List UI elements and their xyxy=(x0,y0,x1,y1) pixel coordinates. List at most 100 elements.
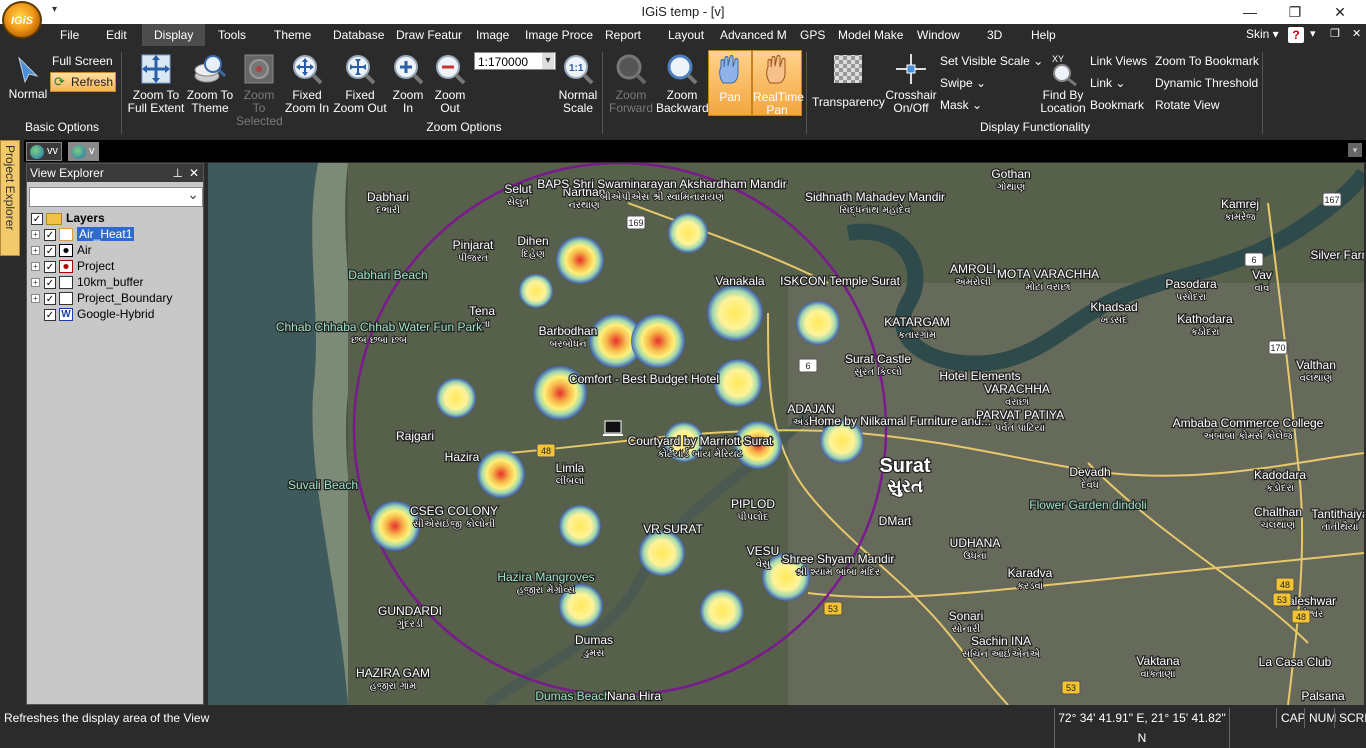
layer-row[interactable]: + ✓ Air xyxy=(31,242,92,258)
zoom-backward-button[interactable]: Zoom Backward xyxy=(656,52,709,115)
close-button[interactable]: ✕ xyxy=(1328,2,1352,22)
zoom-forward-button[interactable]: Zoom Forward xyxy=(606,52,656,115)
layers-root-label: Layers xyxy=(66,211,105,225)
menu-window[interactable]: Window xyxy=(909,24,968,46)
view-selector-combo[interactable] xyxy=(29,186,203,207)
pin-icon[interactable]: ⊥ xyxy=(173,164,183,182)
menu-tools[interactable]: Tools xyxy=(210,24,254,46)
menu-layout[interactable]: Layout xyxy=(660,24,712,46)
zoom-to-bookmark-button[interactable]: Zoom To Bookmark xyxy=(1155,54,1259,68)
menu-draw-feature[interactable]: Draw Featur xyxy=(388,24,470,46)
map-canvas[interactable]: DabhariદભારીSelutસેલુતNarthanનરથાણBAPS S… xyxy=(208,163,1364,705)
expand-toggle-icon[interactable]: + xyxy=(31,230,40,240)
crosshair-button[interactable]: Crosshair On/Off xyxy=(884,52,938,115)
help-icon[interactable]: ? xyxy=(1288,27,1304,43)
map-view[interactable]: Dabhari દભારી Selut સેલુત Narthan નરથાણ BAPS S… xyxy=(208,163,1364,705)
swipe-button[interactable]: Swipe ⌄ xyxy=(940,76,986,90)
menu-gps[interactable]: GPS xyxy=(792,24,833,46)
minimize-button[interactable]: — xyxy=(1238,2,1262,22)
project-explorer-tab[interactable]: Project Explorer xyxy=(0,140,20,256)
menu-database[interactable]: Database xyxy=(325,24,392,46)
refresh-button[interactable]: ⟳ Refresh xyxy=(50,72,116,92)
menu-help[interactable]: Help xyxy=(1023,24,1064,46)
road-number: 169 xyxy=(628,218,643,228)
place-label: Karadva xyxy=(1008,566,1053,580)
layer-visibility-checkbox[interactable]: ✓ xyxy=(44,292,56,305)
menu-edit[interactable]: Edit xyxy=(98,24,135,46)
menu-theme[interactable]: Theme xyxy=(266,24,319,46)
checkbox[interactable]: ✓ xyxy=(31,212,43,225)
set-visible-scale-button[interactable]: Set Visible Scale ⌄ xyxy=(940,54,1043,68)
child-restore-icon[interactable]: ❐ xyxy=(1330,27,1340,40)
menu-file[interactable]: File xyxy=(52,24,87,46)
pan-button[interactable]: Pan xyxy=(708,50,752,116)
layer-visibility-checkbox[interactable]: ✓ xyxy=(44,228,56,241)
expand-toggle-icon[interactable]: + xyxy=(31,246,40,256)
realtime-pan-button[interactable]: RealTime Pan xyxy=(752,50,804,117)
transparency-button[interactable]: Transparency xyxy=(812,52,885,109)
zoom-to-selected-button[interactable]: Zoom To Selected xyxy=(236,52,283,128)
find-by-location-button[interactable]: XY Find By Location xyxy=(1040,52,1086,115)
layer-row[interactable]: + ✓ Air_Heat1 xyxy=(31,226,135,242)
tab-v[interactable]: v xyxy=(68,142,99,161)
place-label: Shree Shyam Mandir xyxy=(782,552,895,566)
menu-image-processing[interactable]: Image Proce xyxy=(517,24,601,46)
layer-row[interactable]: ✓ W Google-Hybrid xyxy=(31,306,154,322)
fixed-zoom-out-button[interactable]: Fixed Zoom Out xyxy=(332,52,388,115)
expand-toggle-icon[interactable]: + xyxy=(31,278,40,288)
layer-visibility-checkbox[interactable]: ✓ xyxy=(44,260,56,273)
layer-row[interactable]: + ✓ 10km_buffer xyxy=(31,274,144,290)
child-close-icon[interactable]: ✕ xyxy=(1352,27,1361,40)
expand-toggle-icon[interactable]: + xyxy=(31,262,40,272)
menu-display[interactable]: Display xyxy=(142,24,206,46)
place-label: Vanakala xyxy=(715,274,764,288)
tab-list-icon[interactable]: ▾ xyxy=(1348,143,1362,157)
layer-row[interactable]: + ✓ Project_Boundary xyxy=(31,290,172,306)
rotate-view-button[interactable]: Rotate View xyxy=(1155,98,1219,112)
zoom-to-theme-button[interactable]: Zoom To Theme xyxy=(186,52,234,115)
expand-toggle-icon[interactable]: + xyxy=(31,294,40,304)
normal-scale-button[interactable]: 1:1 Normal Scale xyxy=(556,52,600,115)
menu-3d[interactable]: 3D xyxy=(979,24,1010,46)
fixed-zoom-in-button[interactable]: Fixed Zoom In xyxy=(284,52,330,115)
tab-vv[interactable]: vv xyxy=(26,142,62,161)
place-label: Khadsad xyxy=(1090,300,1137,314)
close-icon[interactable]: ✕ xyxy=(189,164,199,182)
project-marker-icon[interactable] xyxy=(603,420,623,436)
ribbon-minimize-icon[interactable]: ▾ xyxy=(1310,27,1316,40)
dynamic-threshold-button[interactable]: Dynamic Threshold xyxy=(1155,76,1258,90)
link-button[interactable]: Link ⌄ xyxy=(1090,76,1125,90)
place-label: Vaktana xyxy=(1136,654,1179,668)
layer-visibility-checkbox[interactable]: ✓ xyxy=(44,244,56,257)
zoom-full-extent-button[interactable]: Zoom To Full Extent xyxy=(126,52,186,115)
place-label: CSEG COLONY xyxy=(410,504,498,518)
place-label: La Casa Club xyxy=(1259,655,1332,669)
place-label: Dabhari Beach xyxy=(348,268,427,282)
place-label: Kadodara xyxy=(1254,468,1306,482)
full-screen-button[interactable]: Full Screen xyxy=(52,54,113,68)
zoom-in-button[interactable]: Zoom In xyxy=(388,52,428,115)
menu-model-maker[interactable]: Model Make xyxy=(830,24,911,46)
layer-visibility-checkbox[interactable]: ✓ xyxy=(44,308,56,321)
menu-image[interactable]: Image xyxy=(468,24,517,46)
separator xyxy=(1262,52,1263,134)
heat-point xyxy=(668,213,708,253)
scale-combo[interactable]: 1:170000 xyxy=(474,52,556,70)
app-logo[interactable]: IGiS xyxy=(2,1,42,39)
bookmark-button[interactable]: Bookmark xyxy=(1090,98,1144,112)
layer-row[interactable]: + ✓ Project xyxy=(31,258,114,274)
normal-button[interactable]: Normal xyxy=(6,54,50,101)
menu-report[interactable]: Report xyxy=(597,24,649,46)
tab-label: vv xyxy=(47,145,58,157)
skin-dropdown[interactable]: Skin ▾ xyxy=(1246,27,1279,41)
place-label-local: ખડસદ xyxy=(1100,315,1128,326)
maximize-button[interactable]: ❐ xyxy=(1283,2,1307,22)
zoom-out-button[interactable]: Zoom Out xyxy=(430,52,470,115)
link-views-button[interactable]: Link Views xyxy=(1090,54,1147,68)
zoom-out-icon xyxy=(436,55,466,85)
layers-root[interactable]: ✓ Layers xyxy=(31,210,105,226)
menu-advanced[interactable]: Advanced M xyxy=(712,24,795,46)
place-label: Dumas xyxy=(575,633,613,647)
mask-button[interactable]: Mask ⌄ xyxy=(940,98,982,112)
layer-visibility-checkbox[interactable]: ✓ xyxy=(44,276,56,289)
